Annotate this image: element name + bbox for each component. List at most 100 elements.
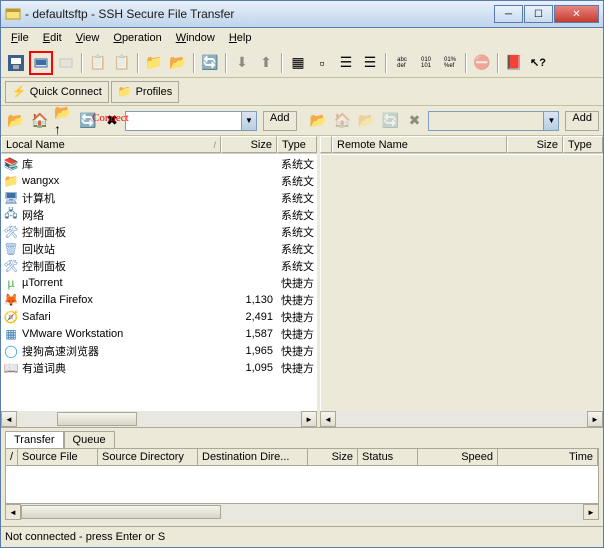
col-local-name[interactable]: Local Name/ [1, 136, 221, 153]
minimize-button[interactable]: ─ [494, 5, 523, 23]
menu-help[interactable]: Help [223, 30, 258, 46]
status-text: Not connected - press Enter or S [5, 531, 165, 543]
local-scrollbar[interactable]: ◄ ► [1, 411, 317, 427]
file-type: 系统文 [277, 224, 317, 240]
menu-view[interactable]: View [70, 30, 106, 46]
tcol-speed[interactable]: Speed [418, 449, 498, 465]
col-type[interactable]: Type [277, 136, 317, 153]
remote-delete-icon[interactable]: ✖ [404, 110, 426, 132]
auto-icon[interactable]: 01%%ef [439, 52, 461, 74]
remote-nav: 📂 🏠 📂 🔄 ✖ ▼ Add [301, 106, 604, 135]
save-icon[interactable] [5, 52, 27, 74]
menu-edit[interactable]: Edit [37, 30, 68, 46]
table-row[interactable]: ◯搜狗高速浏览器1,965快捷方 [2, 342, 317, 359]
maximize-button[interactable]: ☐ [524, 5, 553, 23]
remote-add-button[interactable]: Add [565, 111, 599, 131]
tcol-sort[interactable]: / [6, 449, 18, 465]
remote-path-combo[interactable]: ▼ [428, 111, 560, 131]
file-icon: 🖧 [4, 208, 18, 222]
connect-icon[interactable] [29, 51, 53, 75]
tab-transfer[interactable]: Transfer [5, 431, 64, 448]
menu-operation[interactable]: Operation [107, 30, 167, 46]
quick-connect-button[interactable]: ⚡ Quick Connect [5, 81, 109, 103]
col-remote-name[interactable]: Remote Name [332, 136, 507, 153]
file-icon: 🗑 [4, 242, 18, 256]
table-row[interactable]: 📁wangxx系统文 [2, 172, 317, 189]
scroll-right-icon[interactable]: ► [301, 411, 317, 427]
local-home-icon[interactable]: 🏠 [29, 110, 51, 132]
folder-icon[interactable]: 📂 [167, 52, 189, 74]
tcol-time[interactable]: Time [498, 449, 598, 465]
local-up-icon[interactable]: 📂↑ [53, 110, 75, 132]
tcol-size[interactable]: Size [308, 449, 358, 465]
view-details-icon[interactable]: ☰ [359, 52, 381, 74]
remote-refresh-icon[interactable]: 🔄 [380, 110, 402, 132]
table-row[interactable]: 🛠控制面板系统文 [2, 223, 317, 240]
tcol-dest[interactable]: Destination Dire... [198, 449, 308, 465]
copy-icon[interactable]: 📋 [87, 52, 109, 74]
table-row[interactable]: 🖧网络系统文 [2, 206, 317, 223]
transfer-tabs: Transfer Queue [1, 428, 603, 448]
file-icon: 🖥 [4, 191, 18, 205]
new-folder-icon[interactable]: 📁 [143, 52, 165, 74]
tab-queue[interactable]: Queue [64, 431, 115, 448]
table-row[interactable]: 🧭Safari2,491快捷方 [2, 308, 317, 325]
profiles-button[interactable]: 📁 Profiles [111, 81, 179, 103]
menu-window[interactable]: Window [170, 30, 221, 46]
table-row[interactable]: 🖥计算机系统文 [2, 189, 317, 206]
transfer-scrollbar[interactable]: ◄ ► [5, 504, 599, 522]
scroll-left-icon[interactable]: ◄ [5, 504, 21, 520]
tcol-source-dir[interactable]: Source Directory [98, 449, 198, 465]
remote-file-list[interactable] [320, 154, 603, 411]
transfer-list[interactable] [5, 466, 599, 504]
scroll-thumb[interactable] [57, 412, 137, 426]
table-row[interactable]: ▦VMware Workstation1,587快捷方 [2, 325, 317, 342]
view-large-icon[interactable]: ▦ [287, 52, 309, 74]
col-size[interactable]: Size [221, 136, 277, 153]
remote-home-icon[interactable]: 🏠 [332, 110, 354, 132]
upload-icon[interactable]: ⬆ [255, 52, 277, 74]
local-delete-icon[interactable]: ✖ [101, 110, 123, 132]
scroll-left-icon[interactable]: ◄ [1, 411, 17, 427]
tcol-status[interactable]: Status [358, 449, 418, 465]
scroll-thumb[interactable] [21, 505, 221, 519]
scroll-right-icon[interactable]: ► [587, 411, 603, 427]
binary-icon[interactable]: 010101 [415, 52, 437, 74]
col-type[interactable]: Type [563, 136, 603, 153]
local-refresh-icon[interactable]: 🔄 [77, 110, 99, 132]
col-icon[interactable] [320, 136, 332, 153]
disconnect-icon[interactable] [55, 52, 77, 74]
dropdown-icon[interactable]: ▼ [543, 112, 558, 130]
ascii-icon[interactable]: abcdef [391, 52, 413, 74]
scroll-left-icon[interactable]: ◄ [320, 411, 336, 427]
download-icon[interactable]: ⬇ [231, 52, 253, 74]
remote-new-folder-icon[interactable]: 📂 [308, 110, 330, 132]
book-icon[interactable]: 📕 [503, 52, 525, 74]
remote-scrollbar[interactable]: ◄ ► [320, 411, 603, 427]
file-type: 系统文 [277, 173, 317, 189]
table-row[interactable]: 🛠控制面板系统文 [2, 257, 317, 274]
local-file-list[interactable]: 📚库系统文📁wangxx系统文🖥计算机系统文🖧网络系统文🛠控制面板系统文🗑回收站… [1, 154, 317, 411]
table-row[interactable]: 🦊Mozilla Firefox1,130快捷方 [2, 291, 317, 308]
tcol-source-file[interactable]: Source File [18, 449, 98, 465]
table-row[interactable]: 🗑回收站系统文 [2, 240, 317, 257]
local-add-button[interactable]: Add [263, 111, 297, 131]
paste-icon[interactable]: 📋 [111, 52, 133, 74]
scroll-right-icon[interactable]: ► [583, 504, 599, 520]
table-row[interactable]: 📖有道词典1,095快捷方 [2, 359, 317, 376]
col-size[interactable]: Size [507, 136, 563, 153]
local-new-folder-icon[interactable]: 📂 [5, 110, 27, 132]
remote-up-icon[interactable]: 📂 [356, 110, 378, 132]
table-row[interactable]: 📚库系统文 [2, 155, 317, 172]
main-toolbar: 📋 📋 📁 📂 🔄 ⬇ ⬆ ▦ ▫ ☰ ☰ abcdef 010101 01%%… [1, 48, 603, 78]
refresh-icon[interactable]: 🔄 [199, 52, 221, 74]
close-button[interactable]: ✕ [554, 5, 599, 23]
help-icon[interactable]: ↖? [527, 52, 549, 74]
dropdown-icon[interactable]: ▼ [241, 112, 256, 130]
stop-icon[interactable]: ⛔ [471, 52, 493, 74]
view-small-icon[interactable]: ▫ [311, 52, 333, 74]
table-row[interactable]: µµTorrent快捷方 [2, 274, 317, 291]
local-path-combo[interactable]: ▼ [125, 111, 257, 131]
view-list-icon[interactable]: ☰ [335, 52, 357, 74]
menu-file[interactable]: File [5, 30, 35, 46]
